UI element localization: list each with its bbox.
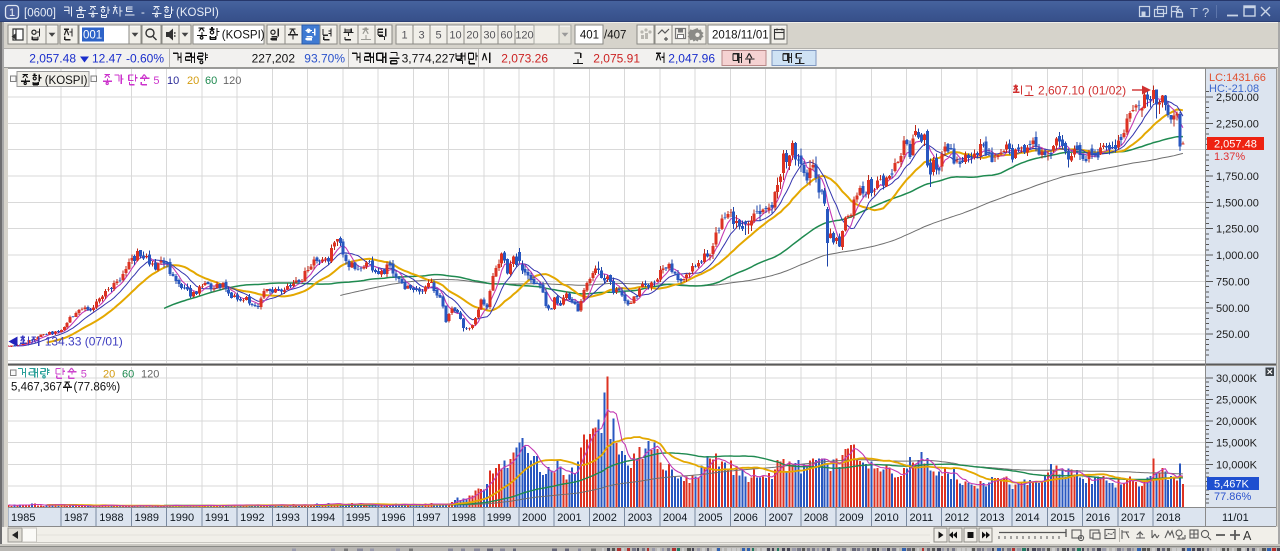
svg-text:1990: 1990 [170, 512, 194, 524]
svg-text:1998: 1998 [452, 512, 476, 524]
svg-text:2018: 2018 [1156, 512, 1180, 524]
svg-text:250.00: 250.00 [1216, 329, 1250, 341]
svg-text:134.33 (07/01): 134.33 (07/01) [45, 335, 123, 349]
svg-text:1,000.00: 1,000.00 [1216, 250, 1259, 262]
svg-text:2001: 2001 [557, 512, 581, 524]
svg-text:12.47: 12.47 [92, 52, 122, 66]
svg-text:120: 120 [515, 30, 533, 42]
svg-text:1985: 1985 [11, 512, 35, 524]
svg-text:3: 3 [418, 30, 424, 42]
svg-text:2003: 2003 [628, 512, 652, 524]
svg-text:2005: 2005 [698, 512, 722, 524]
svg-text:2,250.00: 2,250.00 [1216, 118, 1259, 130]
svg-text:20: 20 [187, 75, 199, 87]
svg-text:2,607.10 (01/02): 2,607.10 (01/02) [1038, 84, 1126, 98]
svg-text:20: 20 [103, 369, 115, 381]
svg-text:60: 60 [122, 369, 134, 381]
svg-text:5: 5 [81, 369, 87, 381]
svg-text:500.00: 500.00 [1216, 303, 1250, 315]
svg-text:2018/11/01: 2018/11/01 [712, 30, 769, 42]
svg-text:5: 5 [153, 75, 159, 87]
svg-text:1.37%: 1.37% [1214, 151, 1245, 163]
svg-text:30,000K: 30,000K [1216, 373, 1258, 385]
svg-text:20: 20 [466, 30, 478, 42]
svg-text:15,000K: 15,000K [1216, 438, 1258, 450]
svg-text:2014: 2014 [1015, 512, 1039, 524]
svg-text:(KOSPI): (KOSPI) [45, 75, 88, 87]
svg-text:1,250.00: 1,250.00 [1216, 224, 1259, 236]
svg-text:2,073.26: 2,073.26 [501, 52, 548, 66]
svg-text:1995: 1995 [346, 512, 370, 524]
svg-text:1991: 1991 [205, 512, 229, 524]
svg-text:1: 1 [9, 7, 15, 19]
svg-text:1993: 1993 [275, 512, 299, 524]
svg-text:2,075.91: 2,075.91 [593, 52, 640, 66]
svg-text:2017: 2017 [1121, 512, 1145, 524]
svg-text:1997: 1997 [416, 512, 440, 524]
svg-text:20,000K: 20,000K [1216, 416, 1258, 428]
svg-text:1996: 1996 [381, 512, 405, 524]
svg-text:1989: 1989 [135, 512, 159, 524]
svg-text:(77.86%): (77.86%) [74, 382, 121, 394]
svg-text:2007: 2007 [769, 512, 793, 524]
svg-text:-: - [141, 7, 145, 19]
svg-text:120: 120 [223, 75, 241, 87]
svg-text:(KOSPI): (KOSPI) [176, 7, 219, 19]
svg-text:120: 120 [141, 369, 159, 381]
svg-text:401: 401 [580, 30, 599, 42]
svg-text:2,047.96: 2,047.96 [668, 52, 715, 66]
svg-text:2008: 2008 [804, 512, 828, 524]
svg-text:60: 60 [500, 30, 512, 42]
svg-text:2016: 2016 [1086, 512, 1110, 524]
svg-text:2006: 2006 [733, 512, 757, 524]
svg-text:2015: 2015 [1050, 512, 1074, 524]
svg-text:5,467,367: 5,467,367 [11, 382, 62, 394]
svg-text:5,467K: 5,467K [1214, 479, 1250, 491]
svg-text:30: 30 [483, 30, 495, 42]
svg-text:2011: 2011 [910, 512, 934, 524]
svg-text:60: 60 [205, 75, 217, 87]
svg-text:1,750.00: 1,750.00 [1216, 171, 1259, 183]
svg-text:HC:-21.08: HC:-21.08 [1209, 83, 1259, 95]
svg-text:750.00: 750.00 [1216, 276, 1250, 288]
svg-text:2000: 2000 [522, 512, 546, 524]
svg-text:10,000K: 10,000K [1216, 459, 1258, 471]
svg-text:1: 1 [401, 30, 407, 42]
svg-text:2009: 2009 [839, 512, 863, 524]
svg-text:3,774,227: 3,774,227 [402, 52, 456, 66]
svg-text:25,000K: 25,000K [1216, 394, 1258, 406]
svg-text:5: 5 [435, 30, 441, 42]
svg-text:(KOSPI): (KOSPI) [222, 30, 265, 42]
svg-text:2012: 2012 [945, 512, 969, 524]
svg-text:2010: 2010 [874, 512, 898, 524]
svg-text:2004: 2004 [663, 512, 687, 524]
svg-text:2,057.48: 2,057.48 [29, 52, 76, 66]
svg-text:2,057.48: 2,057.48 [1214, 139, 1257, 151]
svg-text:[0600]: [0600] [24, 8, 56, 20]
svg-text:93.70%: 93.70% [304, 52, 345, 66]
svg-text:-0.60%: -0.60% [126, 52, 164, 66]
svg-text:1,500.00: 1,500.00 [1216, 197, 1259, 209]
svg-text:T: T [1190, 5, 1198, 20]
svg-text:/407: /407 [604, 30, 626, 42]
svg-text:11/01: 11/01 [1222, 512, 1249, 524]
svg-text:1994: 1994 [311, 512, 335, 524]
svg-text:2002: 2002 [592, 512, 616, 524]
svg-text:1999: 1999 [487, 512, 511, 524]
svg-text:10: 10 [449, 30, 461, 42]
svg-text:227,202: 227,202 [252, 52, 296, 66]
svg-text:001: 001 [83, 30, 102, 42]
svg-text:?: ? [1202, 5, 1209, 20]
svg-text:10: 10 [167, 75, 179, 87]
svg-text:1987: 1987 [64, 512, 88, 524]
svg-text:1988: 1988 [99, 512, 123, 524]
svg-text:A: A [1243, 529, 1252, 543]
svg-text:2013: 2013 [980, 512, 1004, 524]
svg-text:77.86%: 77.86% [1214, 491, 1252, 503]
svg-text:1992: 1992 [240, 512, 264, 524]
